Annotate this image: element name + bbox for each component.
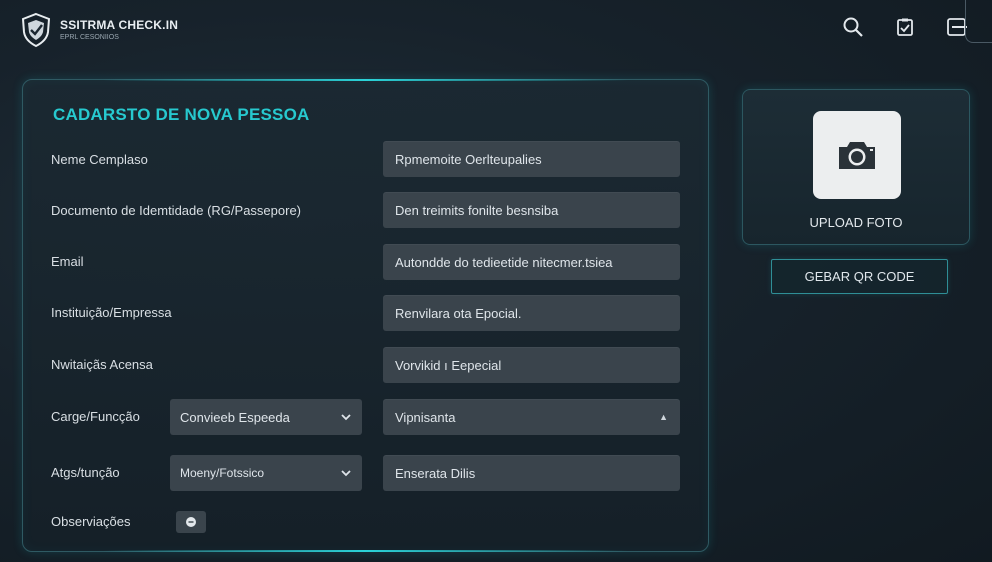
observations-toggle[interactable] — [176, 511, 206, 533]
chat-bubble-icon — [186, 517, 196, 527]
registration-form-panel: CADARSTO DE NOVA PESSOA Neme Cemplaso Rp… — [22, 79, 709, 552]
name-field[interactable]: Rpmemoite Oerlteupalies — [383, 141, 680, 177]
cargo-field[interactable]: Vipnisanta ▲ — [383, 399, 680, 435]
cargo-field-value: Vipnisanta — [395, 409, 456, 425]
atgs-select-value: Moeny/Fotssico — [180, 466, 265, 480]
generate-qr-code-button[interactable]: GEBAR QR CODE — [771, 259, 948, 294]
observations-label: Observiações — [51, 514, 131, 529]
atgs-label: Atgs/tunção — [51, 465, 120, 480]
access-field[interactable]: Vorvikid ı Eepecial — [383, 347, 680, 383]
top-toolbar — [840, 14, 970, 40]
upload-photo-card[interactable]: UPLOAD FOTO — [742, 89, 970, 245]
upload-photo-label: UPLOAD FOTO — [809, 215, 903, 230]
email-field[interactable]: Autondde do tedieetide nitecmer.tsiea — [383, 244, 680, 280]
app-subtitle: EPRL CESONIIOS — [60, 33, 119, 41]
chevron-down-icon — [341, 470, 351, 477]
atgs-select[interactable]: Moeny/Fotssico — [170, 455, 362, 491]
cargo-label: Carge/Funcção — [51, 409, 140, 424]
clipboard-check-icon[interactable] — [892, 14, 918, 40]
brand: SSITRMA CHECK.IN EPRL CESONIIOS — [20, 12, 178, 48]
email-label: Email — [51, 254, 84, 269]
chevron-down-icon — [341, 414, 351, 421]
institution-field[interactable]: Renvilara ota Epocial. — [383, 295, 680, 331]
form-title: CADARSTO DE NOVA PESSOA — [53, 105, 310, 124]
caret-up-icon: ▲ — [659, 412, 668, 422]
photo-placeholder[interactable] — [813, 111, 901, 199]
camera-icon — [839, 142, 875, 169]
shield-logo-icon — [21, 12, 51, 48]
corner-frame — [965, 0, 992, 43]
atgs-field[interactable]: Enserata Dilis — [383, 455, 680, 491]
app-title: SSITRMA CHECK.IN — [60, 17, 179, 32]
document-field[interactable]: Den treimits fonilte besnsiba — [383, 192, 680, 228]
search-icon[interactable] — [840, 14, 866, 40]
document-label: Documento de Idemtidade (RG/Passepore) — [51, 203, 302, 218]
name-label: Neme Cemplaso — [51, 152, 148, 167]
institution-label: Instituição/Empressa — [51, 305, 172, 320]
cargo-select[interactable]: Convieeb Espeeda — [170, 399, 362, 435]
cargo-select-value: Convieeb Espeeda — [180, 409, 290, 425]
access-label: Nwitaiçãs Acensa — [51, 357, 153, 372]
